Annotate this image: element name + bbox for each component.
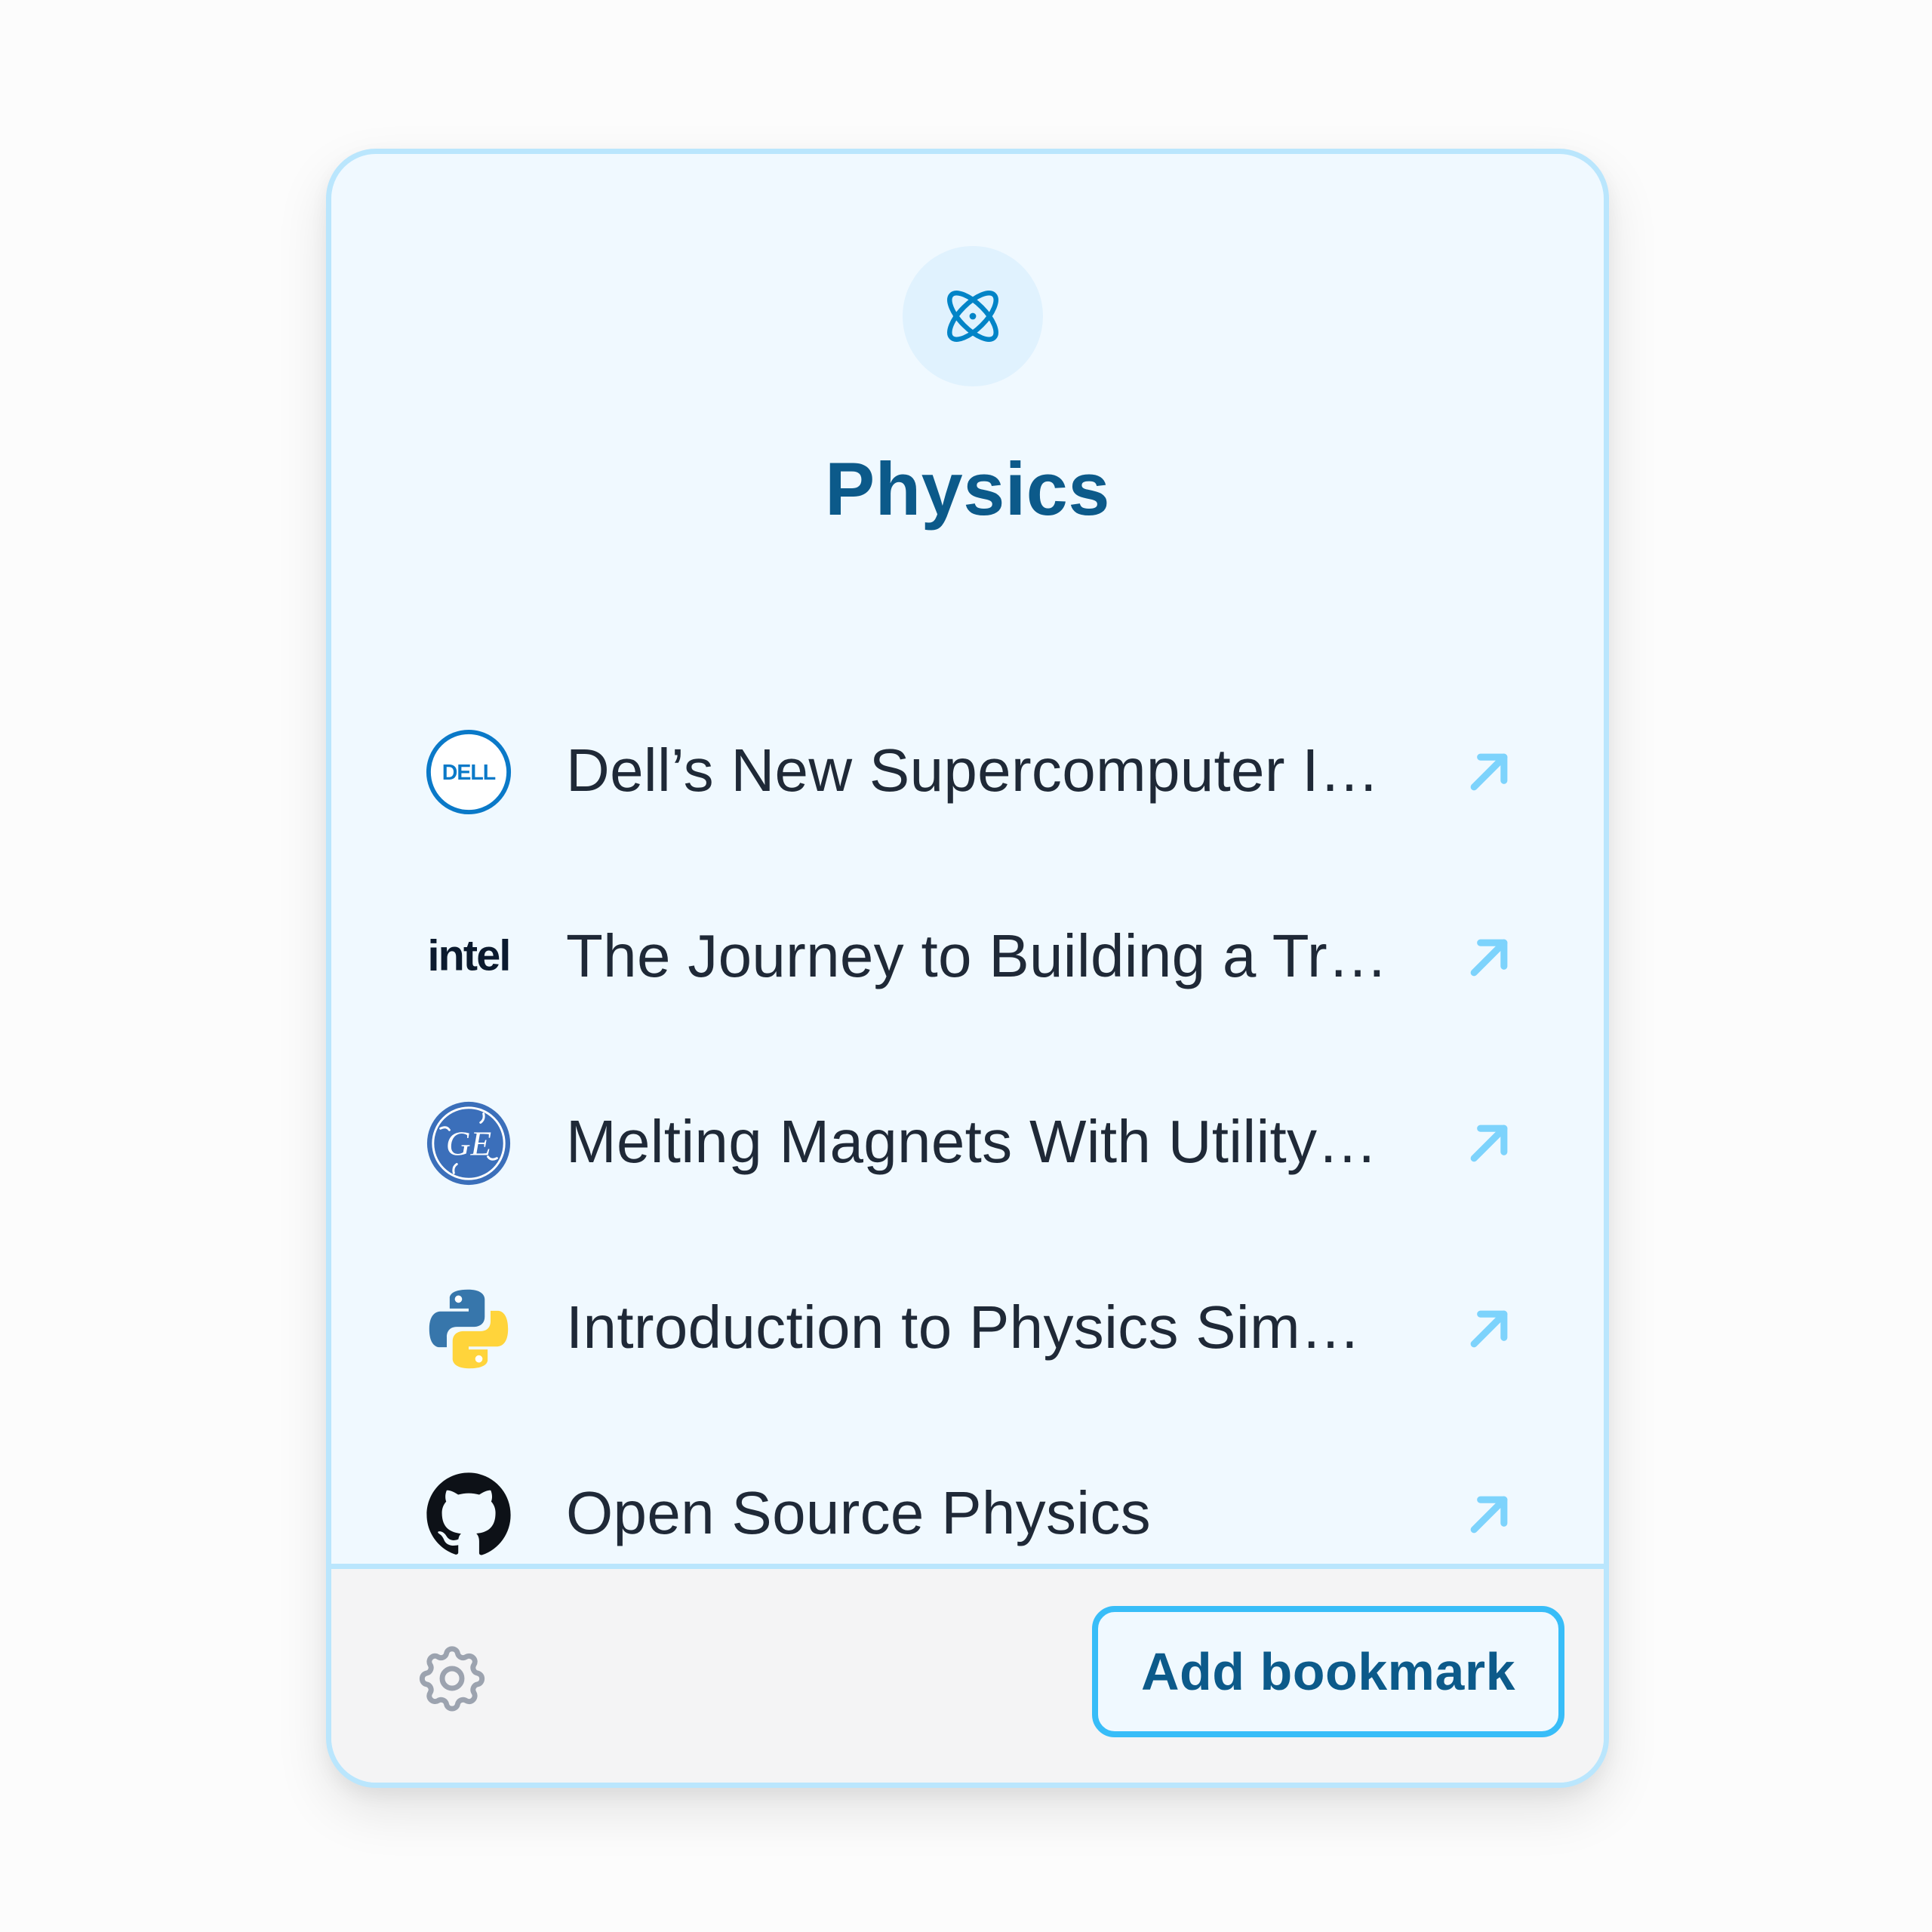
- gear-icon[interactable]: [413, 1639, 491, 1718]
- arrow-up-right-icon[interactable]: [1463, 1489, 1515, 1540]
- svg-text:intel: intel: [427, 932, 509, 980]
- atom-icon: [947, 291, 998, 342]
- arrow-up-right-icon[interactable]: [1463, 932, 1515, 983]
- arrow-up-right-icon[interactable]: [1463, 1303, 1515, 1355]
- card-footer: Add bookmark: [331, 1564, 1604, 1783]
- bookmark-title: Introduction to Physics Sim…: [566, 1294, 1361, 1361]
- intel-logo: intel: [420, 909, 518, 1007]
- bookmark-title: The Journey to Building a Tr…: [566, 922, 1389, 990]
- bookmark-title: Open Source Physics: [566, 1479, 1151, 1547]
- bookmark-item-intel[interactable]: intel The Journey to Building a Tr…: [331, 865, 1604, 1051]
- bookmark-item-python[interactable]: Introduction to Physics Sim…: [331, 1236, 1604, 1422]
- arrow-up-right-icon[interactable]: [1463, 746, 1515, 798]
- dell-logo: DELL: [420, 723, 518, 821]
- folder-icon-badge: [903, 246, 1043, 386]
- add-bookmark-button[interactable]: Add bookmark: [1092, 1606, 1564, 1737]
- arrow-up-right-icon[interactable]: [1463, 1118, 1515, 1169]
- bookmark-title: Melting Magnets With Utility…: [566, 1108, 1378, 1176]
- bookmark-item-ge[interactable]: GE Melting Magnets With Utility…: [331, 1051, 1604, 1236]
- bookmark-title: Dell’s New Supercomputer I…: [566, 737, 1380, 804]
- bookmark-folder-card: Physics DELL Dell’s New Supercomputer I…: [326, 149, 1609, 1788]
- page: Physics DELL Dell’s New Supercomputer I…: [0, 0, 1932, 1932]
- bookmark-list: DELL Dell’s New Supercomputer I… intel T…: [331, 679, 1604, 1607]
- svg-text:GE: GE: [446, 1125, 491, 1163]
- bookmark-item-dell[interactable]: DELL Dell’s New Supercomputer I…: [331, 679, 1604, 865]
- python-logo: [420, 1280, 518, 1378]
- github-logo: [420, 1466, 518, 1564]
- svg-text:DELL: DELL: [442, 761, 496, 785]
- folder-title: Physics: [825, 447, 1110, 531]
- ge-logo: GE: [420, 1094, 518, 1192]
